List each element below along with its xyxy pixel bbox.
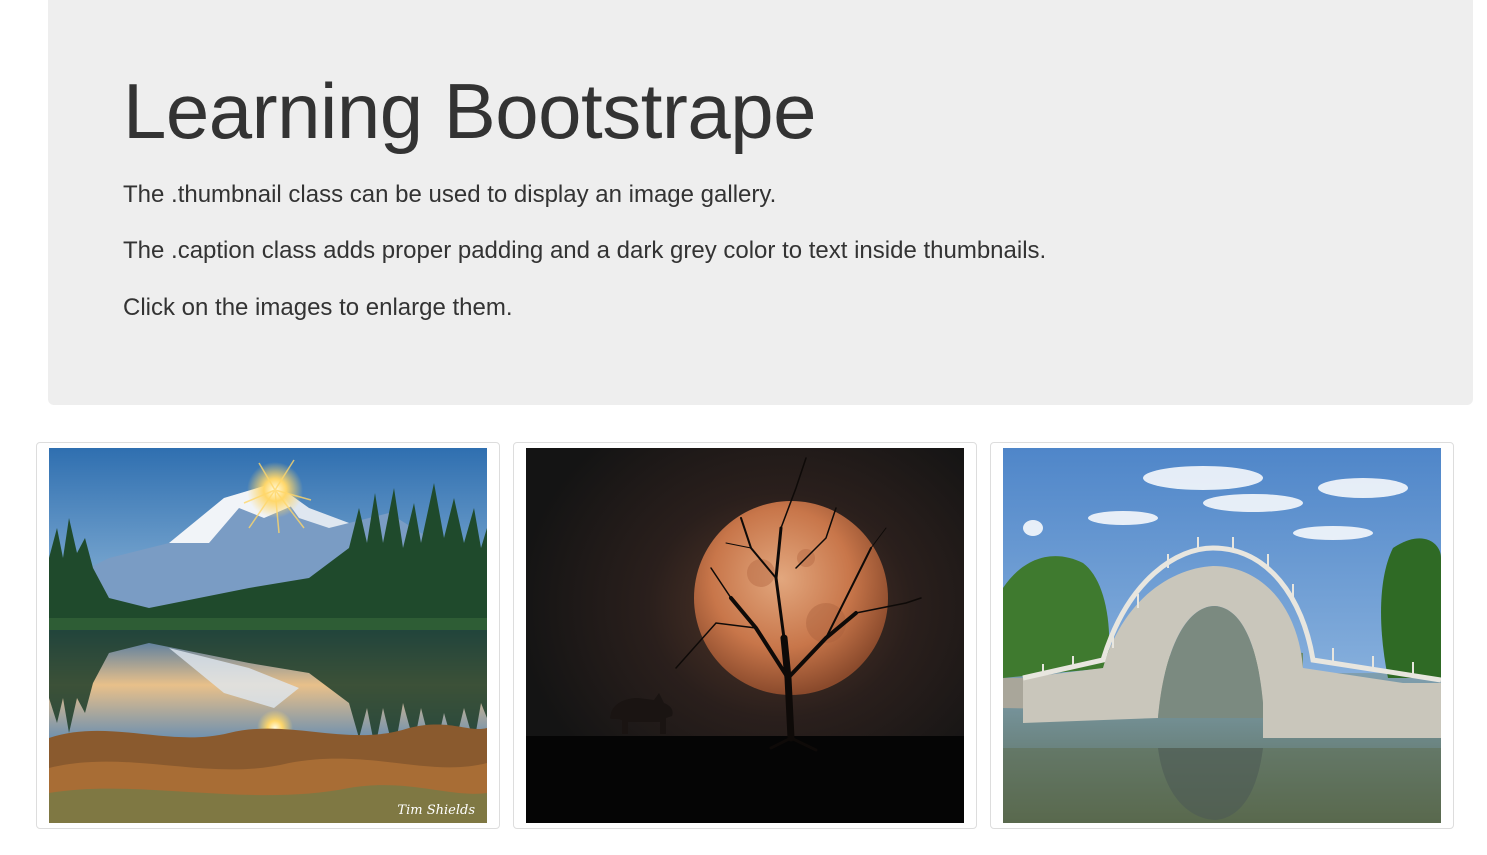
thumbnail-arch-bridge[interactable] — [990, 442, 1454, 829]
intro-line-enlarge: Click on the images to enlarge them. — [123, 294, 513, 321]
thumbnail-moon-tree[interactable] — [513, 442, 977, 829]
jumbotron: Learning Bootstrape The .thumbnail class… — [48, 0, 1473, 405]
intro-line-caption: The .caption class adds proper padding a… — [123, 237, 1047, 264]
image-watermark: Tim Shields — [397, 803, 475, 818]
mountain-lake-image — [49, 448, 487, 823]
moon-tree-image — [526, 448, 964, 823]
page-title: Learning Bootstrape — [123, 67, 817, 155]
intro-line-thumbnail: The .thumbnail class can be used to disp… — [123, 181, 777, 208]
thumbnail-mountain-lake[interactable]: Tim Shields — [36, 442, 500, 829]
arch-bridge-image — [1003, 448, 1441, 823]
